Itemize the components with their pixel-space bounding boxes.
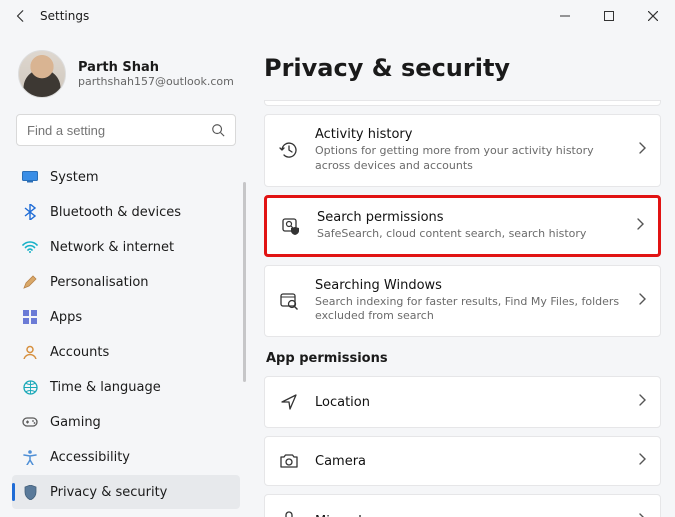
sidebar-scrollbar[interactable] — [243, 182, 246, 382]
chevron-right-icon — [638, 293, 646, 309]
sidebar-item-label: System — [50, 170, 98, 185]
sidebar-item-time[interactable]: Time & language — [12, 370, 240, 404]
chevron-right-icon — [638, 394, 646, 410]
shield-icon — [22, 484, 38, 500]
chevron-right-icon — [638, 453, 646, 469]
sidebar-item-gaming[interactable]: Gaming — [12, 405, 240, 439]
sidebar-item-system[interactable]: System — [12, 160, 240, 194]
titlebar: Settings — [0, 0, 675, 32]
search-icon — [211, 123, 225, 137]
search-shield-icon — [279, 216, 303, 236]
card-subtitle: Options for getting more from your activ… — [315, 144, 624, 174]
card-title: Activity history — [315, 127, 624, 142]
section-app-permissions: App permissions — [266, 351, 661, 366]
card-title: Location — [315, 395, 624, 410]
system-icon — [22, 169, 38, 185]
profile-name: Parth Shah — [78, 60, 234, 75]
card-subtitle: Search indexing for faster results, Find… — [315, 295, 624, 325]
sidebar-item-network[interactable]: Network & internet — [12, 230, 240, 264]
avatar — [18, 50, 66, 98]
chevron-right-icon — [638, 142, 646, 158]
gaming-icon — [22, 414, 38, 430]
location-icon — [277, 393, 301, 411]
search-windows-icon — [277, 291, 301, 311]
accounts-icon — [22, 344, 38, 360]
bluetooth-icon — [22, 204, 38, 220]
card-location[interactable]: Location — [264, 376, 661, 428]
minimize-button[interactable] — [543, 0, 587, 32]
sidebar-item-label: Privacy & security — [50, 485, 167, 500]
sidebar-item-label: Time & language — [50, 380, 161, 395]
card-searching-windows[interactable]: Searching Windows Search indexing for fa… — [264, 265, 661, 338]
maximize-button[interactable] — [587, 0, 631, 32]
sidebar-item-label: Network & internet — [50, 240, 174, 255]
card-cutoff-top — [264, 100, 661, 106]
search-box[interactable] — [16, 114, 236, 146]
sidebar-item-label: Gaming — [50, 415, 101, 430]
card-title: Search permissions — [317, 210, 622, 225]
profile-email: parthshah157@outlook.com — [78, 75, 234, 88]
card-title: Searching Windows — [315, 278, 624, 293]
sidebar-item-apps[interactable]: Apps — [12, 300, 240, 334]
sidebar-item-bluetooth[interactable]: Bluetooth & devices — [12, 195, 240, 229]
card-search-permissions[interactable]: Search permissions SafeSearch, cloud con… — [264, 195, 661, 257]
sidebar-nav: System Bluetooth & devices Network & int… — [12, 160, 240, 509]
sidebar-item-label: Accessibility — [50, 450, 130, 465]
minimize-icon — [560, 11, 570, 21]
sidebar-item-accounts[interactable]: Accounts — [12, 335, 240, 369]
sidebar-item-accessibility[interactable]: Accessibility — [12, 440, 240, 474]
apps-icon — [22, 309, 38, 325]
sidebar-item-personalisation[interactable]: Personalisation — [12, 265, 240, 299]
card-subtitle: SafeSearch, cloud content search, search… — [317, 227, 622, 242]
maximize-icon — [604, 11, 614, 21]
back-button[interactable] — [12, 9, 30, 23]
camera-icon — [277, 453, 301, 469]
card-microphone[interactable]: Microphone — [264, 494, 661, 517]
sidebar: Parth Shah parthshah157@outlook.com Syst… — [0, 32, 248, 517]
page-title: Privacy & security — [264, 54, 661, 82]
sidebar-item-privacy[interactable]: Privacy & security — [12, 475, 240, 509]
card-camera[interactable]: Camera — [264, 436, 661, 486]
globe-clock-icon — [22, 379, 38, 395]
close-icon — [648, 11, 658, 21]
chevron-right-icon — [636, 218, 644, 234]
sidebar-item-label: Accounts — [50, 345, 109, 360]
chevron-right-icon — [638, 513, 646, 517]
close-button[interactable] — [631, 0, 675, 32]
sidebar-item-label: Personalisation — [50, 275, 149, 290]
window-title: Settings — [40, 9, 89, 23]
paintbrush-icon — [22, 274, 38, 290]
arrow-left-icon — [14, 9, 28, 23]
sidebar-item-label: Bluetooth & devices — [50, 205, 181, 220]
microphone-icon — [277, 511, 301, 517]
main-content: Privacy & security Activity history Opti… — [248, 32, 675, 517]
accessibility-icon — [22, 449, 38, 465]
history-icon — [277, 140, 301, 160]
card-activity-history[interactable]: Activity history Options for getting mor… — [264, 114, 661, 187]
profile-block[interactable]: Parth Shah parthshah157@outlook.com — [12, 42, 240, 114]
card-title: Camera — [315, 454, 624, 469]
sidebar-item-label: Apps — [50, 310, 82, 325]
wifi-icon — [22, 239, 38, 255]
search-input[interactable] — [27, 123, 211, 138]
